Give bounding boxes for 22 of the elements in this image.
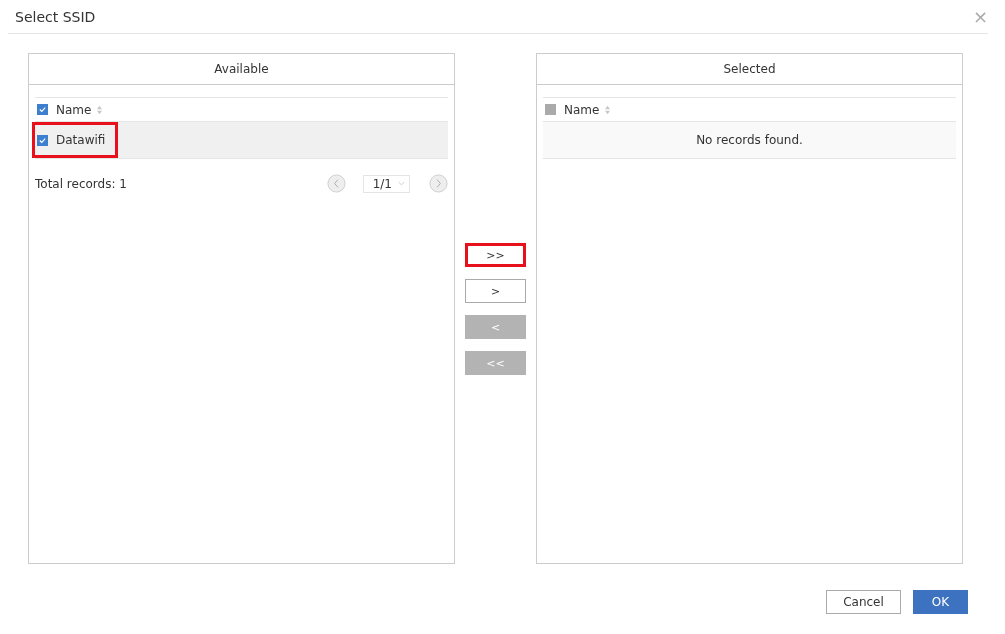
next-page-icon[interactable] — [429, 174, 448, 193]
previous-page-icon[interactable] — [326, 174, 346, 193]
total-records: Total records: 1 — [35, 176, 127, 191]
page-select[interactable]: 1/1 — [362, 174, 410, 193]
empty-message: No records found. — [543, 122, 956, 159]
transfer-button[interactable]: > — [465, 279, 526, 303]
sort-icon[interactable] — [604, 104, 612, 115]
panel-title: Selected — [537, 54, 962, 85]
table-row[interactable]: Datawifi — [35, 122, 448, 159]
cancel-button[interactable]: Cancel — [826, 590, 901, 614]
transfer-button[interactable]: >> — [465, 243, 526, 267]
checkbox[interactable] — [37, 134, 48, 146]
ok-button[interactable]: OK — [913, 590, 968, 614]
table-cell: Datawifi — [56, 133, 106, 147]
checkbox[interactable] — [545, 104, 556, 115]
dialog-title: Select SSID — [15, 8, 96, 25]
column-header[interactable]: Name — [564, 102, 600, 117]
caret-icon[interactable] — [398, 181, 405, 186]
column-header[interactable]: Name — [56, 102, 92, 117]
panel-title: Available — [29, 54, 454, 85]
sort-icon[interactable] — [96, 104, 104, 115]
checkbox[interactable] — [37, 104, 48, 115]
